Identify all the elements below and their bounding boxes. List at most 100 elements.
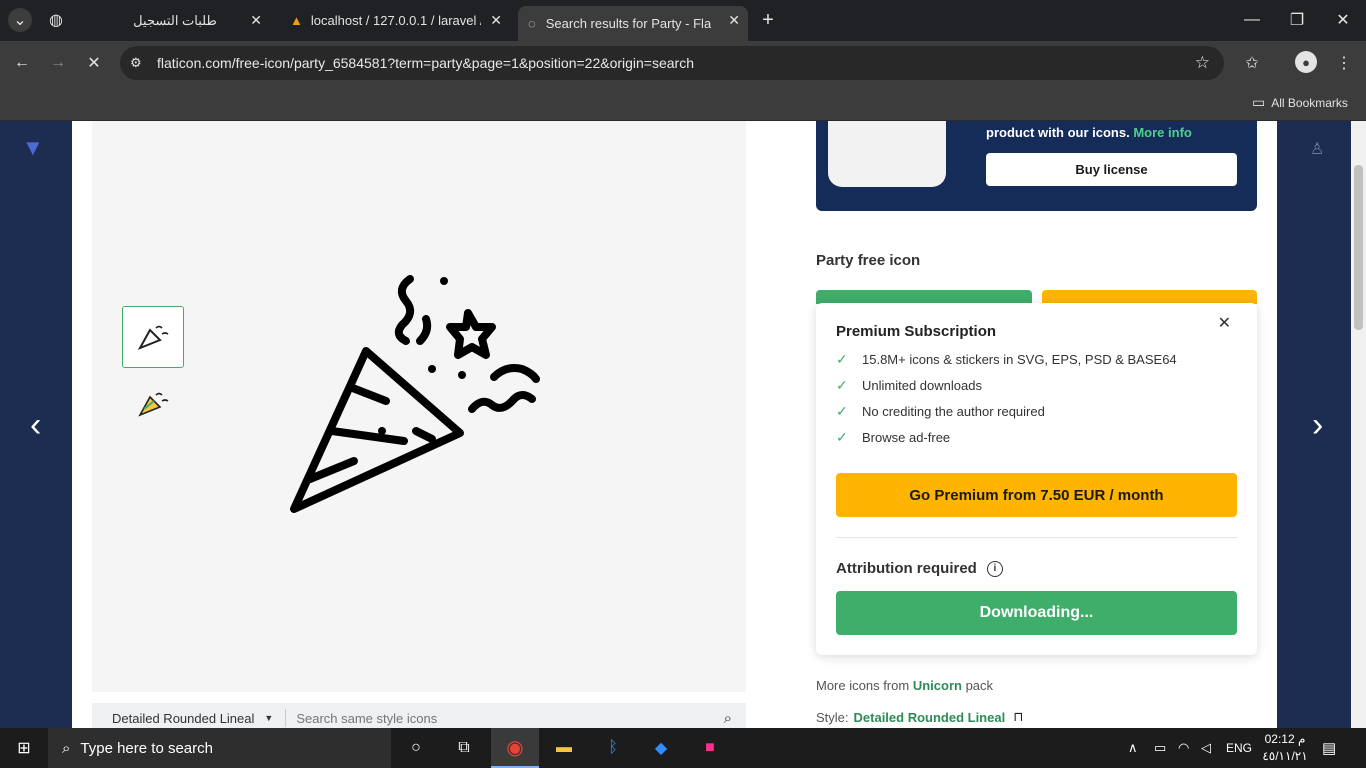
tab-registration[interactable]: طلبات التسجيل ✕	[80, 6, 270, 35]
thumb-lineal[interactable]	[122, 306, 184, 368]
back-button[interactable]: ←	[10, 51, 34, 75]
vscode-icon[interactable]: ◆	[637, 728, 685, 768]
file-explorer-icon[interactable]: ▬	[540, 728, 588, 768]
wifi-icon[interactable]: ◠	[1178, 740, 1189, 756]
clock-date: ٤٥/١١/٢١	[1262, 749, 1308, 763]
style-link[interactable]: Detailed Rounded Lineal	[854, 710, 1006, 725]
tab-search-button[interactable]: ⌄	[8, 8, 32, 32]
flaticon-logo: ▼	[22, 135, 44, 160]
list-item: ✓ Browse ad-free	[836, 424, 1177, 450]
taskbar: ⊞ ⌕ Type here to search ○ ⧉ ◉ ▬ ᛒ ◆ ■ ∧ …	[0, 728, 1366, 768]
style-label: Style:	[816, 709, 849, 725]
style-line: Style: Detailed Rounded Lineal ⊓	[816, 709, 1023, 725]
stop-loading-button[interactable]: ✕	[82, 51, 106, 75]
bookmark-icon[interactable]: ⊓	[1013, 709, 1023, 725]
party-popper-icon	[137, 325, 169, 350]
menu-icon[interactable]: ⋮	[1332, 51, 1356, 75]
next-arrow-button[interactable]: ›	[1312, 406, 1323, 445]
globe-icon: ◍	[49, 12, 63, 29]
more-icons-line: More icons from Unicorn pack	[816, 678, 993, 693]
minimize-button[interactable]: —	[1240, 8, 1264, 32]
download-tab-green[interactable]	[816, 290, 1032, 304]
prev-arrow-button[interactable]: ‹	[30, 406, 41, 445]
windows-start-icon[interactable]: ⊞	[0, 728, 48, 768]
info-icon[interactable]: i	[986, 560, 1003, 577]
buy-license-button[interactable]: Buy license	[986, 153, 1237, 186]
close-icon[interactable]: ✕	[1218, 313, 1231, 333]
close-window-button[interactable]: ✕	[1331, 8, 1355, 32]
taskbar-search[interactable]: ⌕ Type here to search	[48, 728, 391, 768]
feature-text: 15.8M+ icons & stickers in SVG, EPS, PSD…	[862, 351, 1177, 367]
download-tab-yellow[interactable]	[1042, 290, 1257, 304]
forward-button[interactable]: →	[46, 51, 70, 75]
taskbar-search-placeholder: Type here to search	[80, 739, 213, 757]
task-view-icon[interactable]: ⧉	[440, 728, 488, 768]
promo-text: product with our icons. More info	[986, 125, 1192, 140]
icon-detail-modal: Detailed Rounded Lineal ▼ ⌕ product with…	[72, 121, 1277, 728]
extensions-icon[interactable]: ✩	[1240, 51, 1264, 75]
list-item: ✓ Unlimited downloads	[836, 372, 1177, 398]
go-premium-button[interactable]: Go Premium from 7.50 EUR / month	[836, 473, 1237, 517]
folder-icon: ▭	[1252, 94, 1266, 110]
restore-button[interactable]: ❐	[1285, 8, 1309, 32]
bluetooth-icon[interactable]: ᛒ	[589, 728, 637, 768]
site-settings-icon[interactable]: ⚙	[130, 55, 142, 71]
divider	[285, 709, 287, 727]
tab-flaticon[interactable]: ◌ Search results for Party - Flaticon ✕	[518, 6, 748, 41]
url-text: flaticon.com/free-icon/party_6584581?ter…	[157, 55, 695, 71]
premium-popup: Premium Subscription ✕ ✓ 15.8M+ icons & s…	[816, 303, 1257, 655]
language-indicator[interactable]: ENG	[1226, 741, 1252, 755]
style-search-input[interactable]	[296, 710, 697, 726]
address-bar[interactable]: ⚙ flaticon.com/free-icon/party_6584581?t…	[120, 46, 1224, 80]
tab-title: طلبات التسجيل	[133, 12, 217, 28]
scroll-thumb[interactable]	[1354, 165, 1363, 330]
premium-title: Premium Subscription	[836, 323, 997, 340]
battery-icon[interactable]: ▭	[1154, 740, 1166, 756]
search-icon: ⌕	[62, 739, 71, 757]
tray-chevron-icon[interactable]: ∧	[1128, 740, 1138, 756]
cortana-icon[interactable]: ○	[392, 728, 440, 768]
tab-bar: ⌄ ◍ طلبات التسجيل ✕ ▲ localhost / 127.0.…	[0, 0, 1366, 41]
divider	[836, 537, 1237, 538]
attribution-heading: Attribution required i	[836, 560, 1003, 577]
profile-icon[interactable]: ●	[1295, 51, 1317, 73]
more-icons-prefix: More icons from	[816, 678, 910, 693]
feature-text: Browse ad-free	[862, 429, 951, 445]
tab-title: Search results for Party - Flaticon	[545, 16, 711, 31]
phpmyadmin-icon: ▲	[290, 13, 303, 28]
volume-icon[interactable]: ◁	[1201, 740, 1211, 756]
clock[interactable]: 02:12 م ٤٥/١١/٢١	[1262, 731, 1308, 765]
party-popper-large-icon	[290, 275, 540, 513]
check-icon: ✓	[836, 376, 848, 393]
intellij-icon[interactable]: ■	[686, 728, 734, 768]
pack-link[interactable]: Unicorn	[913, 678, 962, 693]
search-icon[interactable]: ⌕	[724, 710, 732, 727]
tab-title: localhost / 127.0.0.1 / laravel / r	[310, 13, 481, 28]
close-icon[interactable]: ✕	[250, 12, 262, 29]
feature-list: ✓ 15.8M+ icons & stickers in SVG, EPS, PS…	[836, 346, 1177, 450]
all-bookmarks-label: All Bookmarks	[1271, 95, 1348, 110]
all-bookmarks[interactable]: ▭ All Bookmarks	[1252, 94, 1348, 111]
new-tab-button[interactable]: +	[756, 8, 780, 32]
user-icon[interactable]: ♙	[1310, 139, 1324, 159]
mug-promo: product with our icons. More info Buy li…	[816, 121, 1257, 211]
check-icon: ✓	[836, 350, 848, 367]
check-icon: ✓	[836, 402, 848, 419]
close-icon[interactable]: ✕	[728, 12, 740, 29]
style-select[interactable]: Detailed Rounded Lineal	[112, 711, 254, 726]
bookmarks-bar: ▭ All Bookmarks	[0, 86, 1366, 121]
chevron-down-icon: ▼	[264, 713, 274, 723]
icon-preview	[92, 121, 746, 692]
close-icon[interactable]: ✕	[490, 12, 502, 29]
chrome-icon[interactable]: ◉	[491, 728, 539, 768]
tab-phpmyadmin[interactable]: ▲ localhost / 127.0.0.1 / laravel / r ✕	[280, 6, 510, 35]
notifications-icon[interactable]: ▤	[1322, 739, 1336, 757]
page-scrollbar[interactable]	[1351, 121, 1366, 728]
list-item: ✓ No crediting the author required	[836, 398, 1177, 424]
download-button[interactable]: Downloading...	[836, 591, 1237, 635]
star-icon[interactable]: ☆	[1195, 53, 1210, 73]
thumb-color[interactable]	[122, 373, 184, 435]
clock-time: 02:12 م	[1264, 732, 1306, 746]
list-item: ✓ 15.8M+ icons & stickers in SVG, EPS, PS…	[836, 346, 1177, 372]
more-info-link[interactable]: More info	[1133, 125, 1192, 140]
